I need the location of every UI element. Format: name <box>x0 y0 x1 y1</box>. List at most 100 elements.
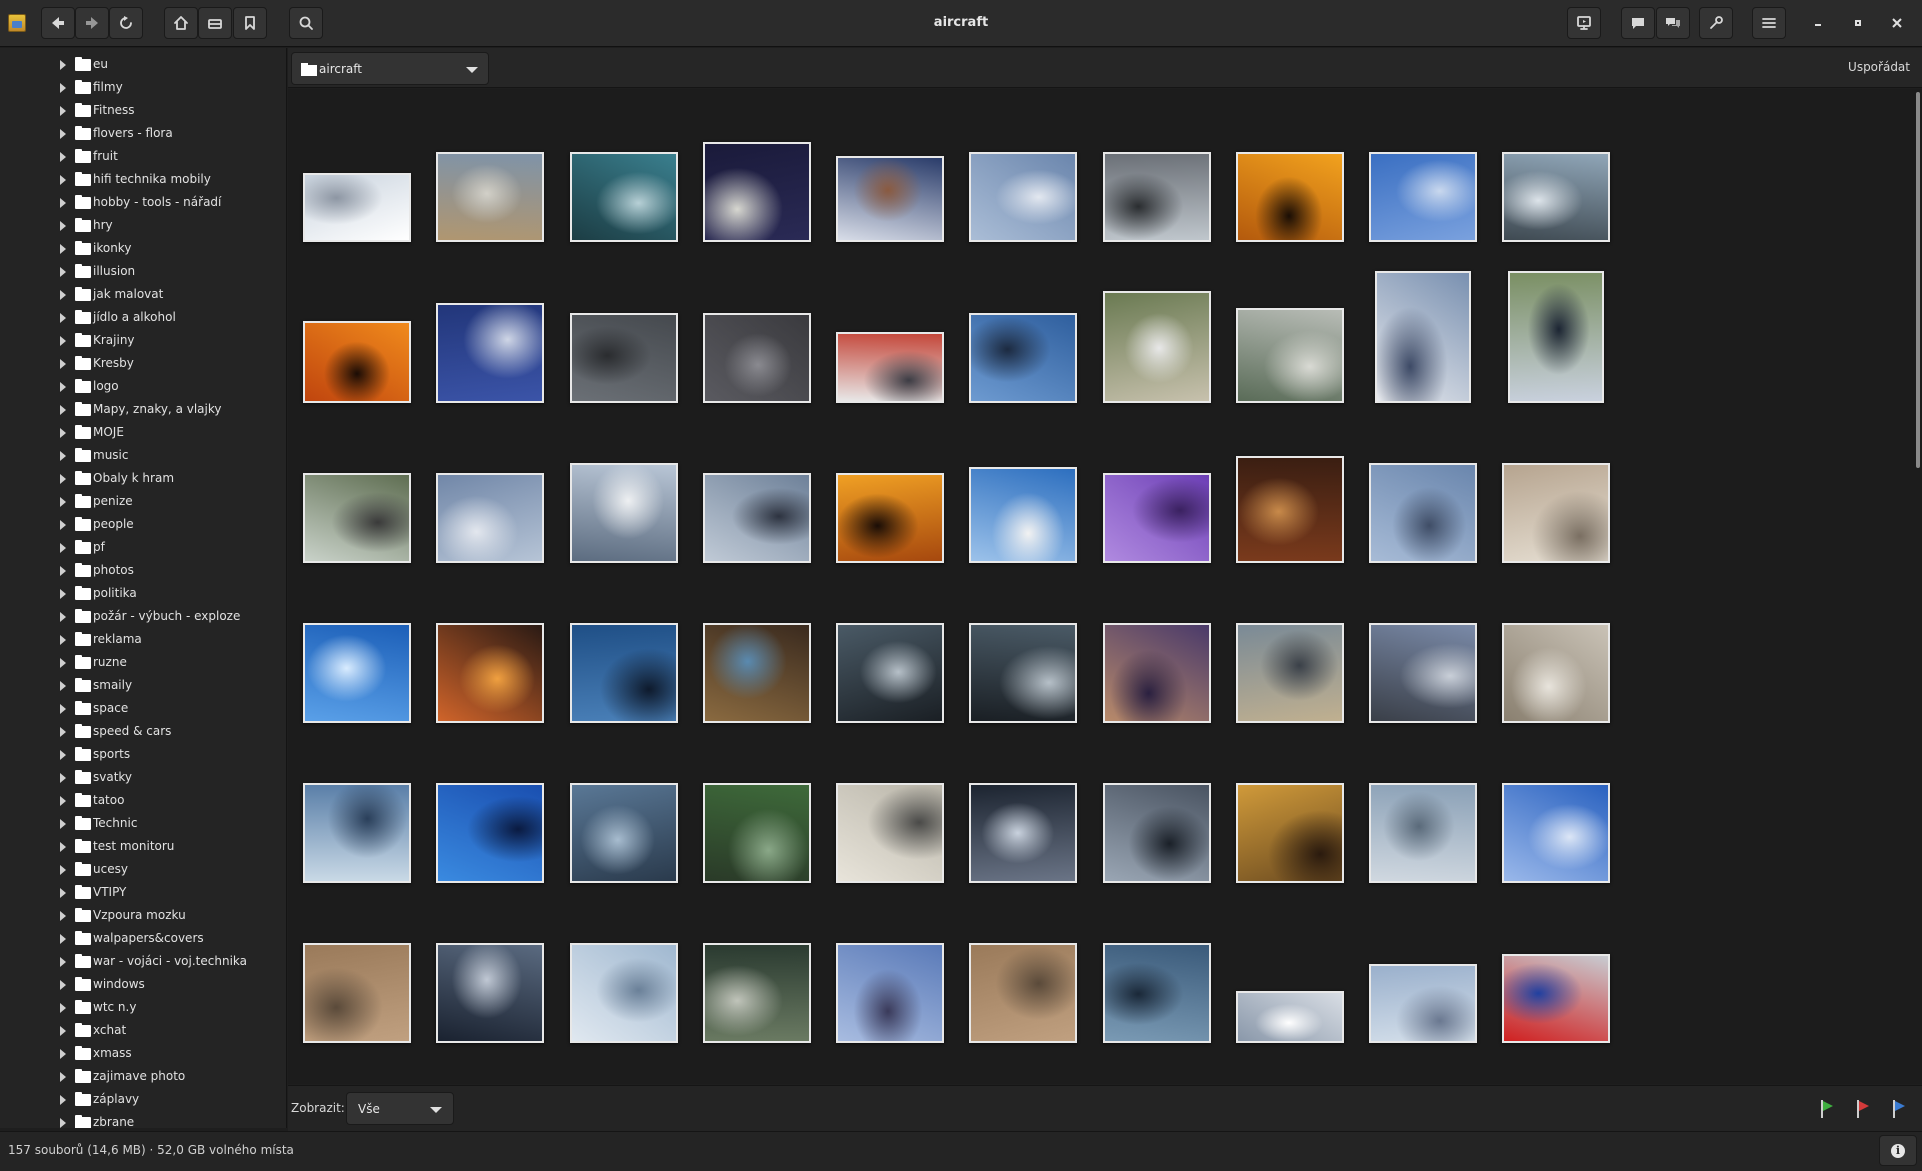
image-thumbnail[interactable] <box>1508 271 1604 403</box>
image-thumbnail[interactable] <box>969 467 1077 563</box>
expander-arrow-icon[interactable] <box>60 658 66 668</box>
image-thumbnail[interactable] <box>1103 783 1211 883</box>
folder-tree-item[interactable]: speed & cars <box>0 720 286 743</box>
image-thumbnail[interactable] <box>1236 623 1344 723</box>
expander-arrow-icon[interactable] <box>60 382 66 392</box>
folder-tree[interactable]: eu filmy Fitness flovers - flora fruit hifi t… <box>0 48 287 1128</box>
folder-tree-item[interactable]: pf <box>0 536 286 559</box>
expander-arrow-icon[interactable] <box>60 1026 66 1036</box>
image-thumbnail[interactable] <box>436 152 544 242</box>
expander-arrow-icon[interactable] <box>60 198 66 208</box>
expander-arrow-icon[interactable] <box>60 290 66 300</box>
tools-button[interactable] <box>1699 7 1733 39</box>
image-thumbnail[interactable] <box>436 623 544 723</box>
folder-tree-item[interactable]: smaily <box>0 674 286 697</box>
expander-arrow-icon[interactable] <box>60 704 66 714</box>
expander-arrow-icon[interactable] <box>60 520 66 530</box>
thumbnail-grid[interactable] <box>288 89 1915 1084</box>
image-thumbnail[interactable] <box>570 943 678 1043</box>
image-thumbnail[interactable] <box>303 783 411 883</box>
folder-tree-item[interactable]: ikonky <box>0 237 286 260</box>
expander-arrow-icon[interactable] <box>60 681 66 691</box>
folder-tree-item[interactable]: flovers - flora <box>0 122 286 145</box>
folder-tree-item[interactable]: zajimave photo <box>0 1065 286 1088</box>
folder-tree-item[interactable]: tatoo <box>0 789 286 812</box>
forward-button[interactable] <box>75 7 109 39</box>
green-flag-icon[interactable] <box>1820 1100 1834 1118</box>
image-thumbnail[interactable] <box>703 313 811 403</box>
folder-tree-item[interactable]: ucesy <box>0 858 286 881</box>
folder-tree-item[interactable]: filmy <box>0 76 286 99</box>
image-thumbnail[interactable] <box>1103 943 1211 1043</box>
image-thumbnail[interactable] <box>969 313 1077 403</box>
expander-arrow-icon[interactable] <box>60 474 66 484</box>
folder-tree-item[interactable]: VTIPY <box>0 881 286 904</box>
image-thumbnail[interactable] <box>1236 456 1344 563</box>
image-thumbnail[interactable] <box>836 156 944 242</box>
expander-arrow-icon[interactable] <box>60 428 66 438</box>
image-thumbnail[interactable] <box>1369 623 1477 723</box>
path-dropdown[interactable]: aircraft <box>291 52 489 85</box>
image-thumbnail[interactable] <box>1103 623 1211 723</box>
folder-tree-item[interactable]: záplavy <box>0 1088 286 1111</box>
folder-tree-item[interactable]: reklama <box>0 628 286 651</box>
expander-arrow-icon[interactable] <box>60 60 66 70</box>
image-thumbnail[interactable] <box>303 173 411 242</box>
folder-tree-item[interactable]: test monitoru <box>0 835 286 858</box>
blue-flag-icon[interactable] <box>1892 1100 1906 1118</box>
expander-arrow-icon[interactable] <box>60 543 66 553</box>
folder-tree-item[interactable]: war - vojáci - voj.technika <box>0 950 286 973</box>
expander-arrow-icon[interactable] <box>60 1072 66 1082</box>
expander-arrow-icon[interactable] <box>60 773 66 783</box>
expander-arrow-icon[interactable] <box>60 267 66 277</box>
folder-tree-item[interactable]: hry <box>0 214 286 237</box>
sort-button[interactable]: Uspořádat <box>1848 60 1910 74</box>
image-thumbnail[interactable] <box>1502 623 1610 723</box>
image-thumbnail[interactable] <box>1236 152 1344 242</box>
image-thumbnail[interactable] <box>1502 783 1610 883</box>
folder-tree-item[interactable]: xmass <box>0 1042 286 1065</box>
image-thumbnail[interactable] <box>969 152 1077 242</box>
folder-tree-item[interactable]: penize <box>0 490 286 513</box>
image-thumbnail[interactable] <box>436 783 544 883</box>
folder-tree-item[interactable]: ruzne <box>0 651 286 674</box>
expander-arrow-icon[interactable] <box>60 497 66 507</box>
image-thumbnail[interactable] <box>836 943 944 1043</box>
expander-arrow-icon[interactable] <box>60 1118 66 1128</box>
expander-arrow-icon[interactable] <box>60 589 66 599</box>
image-thumbnail[interactable] <box>436 303 544 403</box>
image-thumbnail[interactable] <box>703 943 811 1043</box>
folder-tree-item[interactable]: music <box>0 444 286 467</box>
image-thumbnail[interactable] <box>570 463 678 563</box>
expander-arrow-icon[interactable] <box>60 980 66 990</box>
image-thumbnail[interactable] <box>969 623 1077 723</box>
expander-arrow-icon[interactable] <box>60 83 66 93</box>
folder-tree-item[interactable]: svatky <box>0 766 286 789</box>
image-thumbnail[interactable] <box>836 783 944 883</box>
red-flag-icon[interactable] <box>1856 1100 1870 1118</box>
image-thumbnail[interactable] <box>1369 152 1477 242</box>
image-thumbnail[interactable] <box>836 332 944 403</box>
back-button[interactable] <box>41 7 75 39</box>
expander-arrow-icon[interactable] <box>60 359 66 369</box>
expander-arrow-icon[interactable] <box>60 957 66 967</box>
folder-tree-item[interactable]: požár - výbuch - exploze <box>0 605 286 628</box>
folder-tree-item[interactable]: Krajiny <box>0 329 286 352</box>
expander-arrow-icon[interactable] <box>60 451 66 461</box>
expander-arrow-icon[interactable] <box>60 750 66 760</box>
folder-tree-item[interactable]: zbrane <box>0 1111 286 1128</box>
image-thumbnail[interactable] <box>1502 463 1610 563</box>
folder-tree-item[interactable]: Fitness <box>0 99 286 122</box>
expander-arrow-icon[interactable] <box>60 911 66 921</box>
expander-arrow-icon[interactable] <box>60 934 66 944</box>
image-thumbnail[interactable] <box>1369 463 1477 563</box>
image-thumbnail[interactable] <box>703 783 811 883</box>
info-button[interactable]: i <box>1879 1135 1917 1166</box>
folder-tree-item[interactable]: xchat <box>0 1019 286 1042</box>
image-thumbnail[interactable] <box>1103 473 1211 563</box>
expander-arrow-icon[interactable] <box>60 106 66 116</box>
expander-arrow-icon[interactable] <box>60 129 66 139</box>
image-thumbnail[interactable] <box>1375 271 1471 403</box>
slideshow-button[interactable] <box>1567 7 1601 39</box>
folder-tree-item[interactable]: jak malovat <box>0 283 286 306</box>
